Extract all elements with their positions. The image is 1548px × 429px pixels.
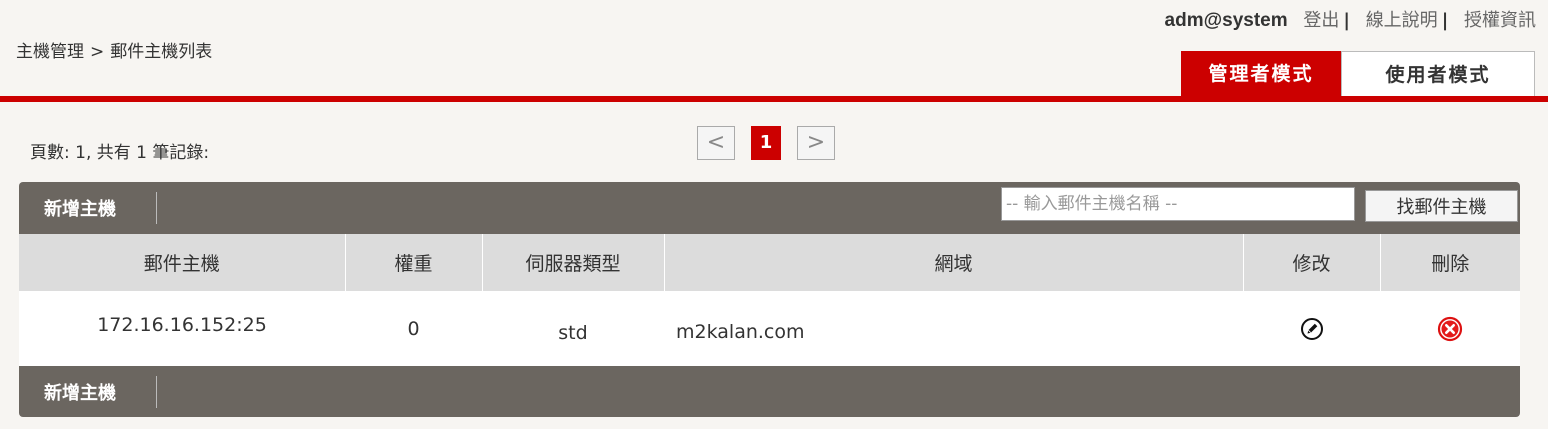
mode-tabs: 管理者模式 使用者模式 (1181, 51, 1535, 97)
col-weight: 權重 (345, 234, 483, 291)
col-server-type: 伺服器類型 (482, 234, 665, 291)
table-header-row: 郵件主機 權重 伺服器類型 網域 修改 刪除 (19, 234, 1520, 291)
cell-server-type: std (482, 291, 664, 366)
cell-weight: 0 (345, 291, 482, 366)
next-page-button[interactable]: > (797, 126, 835, 160)
cell-host: 172.16.16.152:25 (19, 291, 345, 366)
page-number-current[interactable]: 1 (751, 126, 781, 160)
user-links: adm@system 登出 | 線上說明 | 授權資訊 (1165, 6, 1536, 32)
red-x-circle-icon[interactable] (1437, 316, 1463, 342)
license-info-link[interactable]: 授權資訊 (1464, 10, 1536, 31)
online-help-link[interactable]: 線上說明 (1366, 10, 1438, 31)
col-mail-host: 郵件主機 (19, 234, 346, 291)
breadcrumb-arrow: > (90, 42, 105, 62)
pagination: < 1 > (697, 126, 835, 160)
add-host-button[interactable]: 新增主機 (44, 379, 116, 405)
host-search-input[interactable] (1001, 187, 1355, 221)
mail-host-panel: 新增主機 找郵件主機 郵件主機 權重 伺服器類型 網域 修改 刪除 172.16… (19, 182, 1520, 417)
divider (156, 192, 157, 224)
link-separator: | (1343, 10, 1350, 31)
logout-link[interactable]: 登出 (1303, 10, 1339, 31)
breadcrumb-parent[interactable]: 主機管理 (16, 42, 84, 62)
mail-host-table: 郵件主機 權重 伺服器類型 網域 修改 刪除 172.16.16.152:25 … (19, 234, 1520, 366)
prev-page-button[interactable]: < (697, 126, 735, 160)
bottom-action-bar: 新增主機 (19, 366, 1520, 417)
top-action-bar: 新增主機 找郵件主機 (19, 182, 1520, 234)
pencil-circle-icon[interactable] (1300, 317, 1324, 341)
col-delete: 刪除 (1380, 234, 1520, 291)
top-bar: adm@system 登出 | 線上說明 | 授權資訊 主機管理 > 郵件主機列表 管理… (0, 0, 1548, 97)
tab-user-mode[interactable]: 使用者模式 (1341, 51, 1535, 97)
divider (156, 376, 157, 408)
col-domain: 網域 (664, 234, 1244, 291)
search-host-button[interactable]: 找郵件主機 (1365, 190, 1518, 222)
breadcrumb-current: 郵件主機列表 (110, 42, 213, 62)
breadcrumb: 主機管理 > 郵件主機列表 (16, 37, 212, 62)
cell-delete (1380, 291, 1520, 366)
col-edit: 修改 (1243, 234, 1381, 291)
add-host-button[interactable]: 新增主機 (44, 195, 116, 221)
page-info: 頁數: 1, 共有 1 筆記錄: (30, 143, 210, 163)
tab-admin-mode[interactable]: 管理者模式 (1181, 51, 1341, 97)
cell-domain: m2kalan.com (664, 291, 1243, 366)
cell-edit (1243, 291, 1380, 366)
table-row: 172.16.16.152:25 0 std m2kalan.com (19, 291, 1520, 366)
link-separator: | (1441, 10, 1449, 31)
header-divider (0, 96, 1548, 102)
username: adm@system (1164, 10, 1288, 31)
